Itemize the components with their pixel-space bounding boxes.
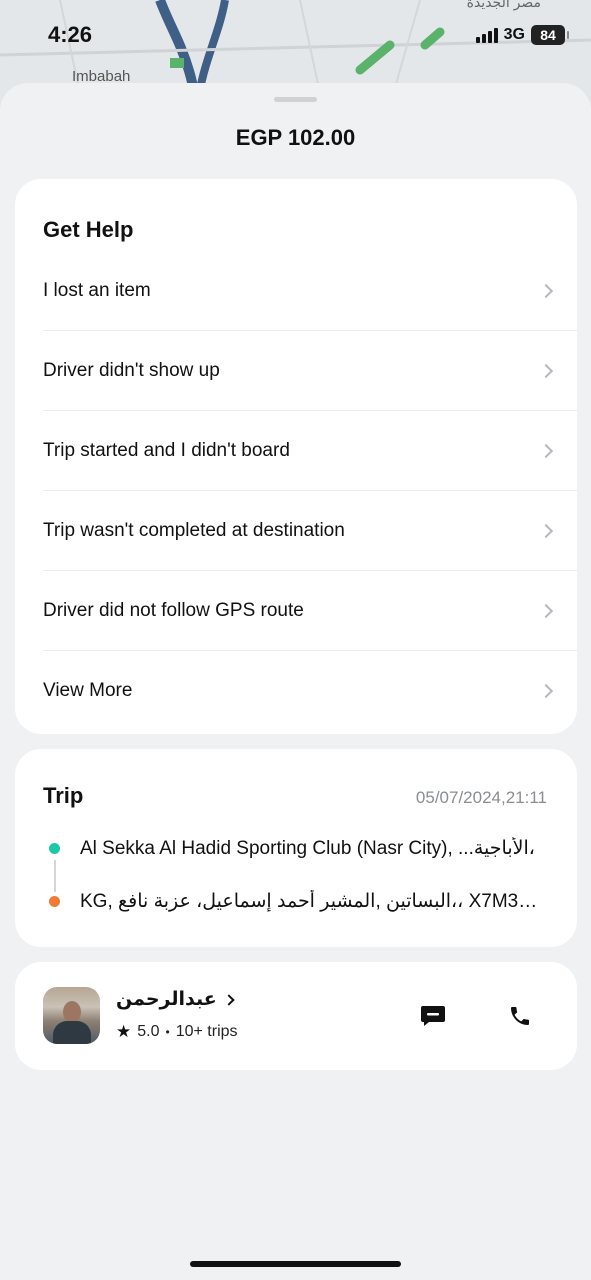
help-item-label: Trip wasn't completed at destination bbox=[43, 519, 345, 541]
pickup-dot-icon bbox=[49, 842, 60, 854]
driver-name: عبدالرحمن bbox=[116, 989, 217, 1010]
chevron-right-icon bbox=[538, 443, 554, 458]
dropoff-dot-icon bbox=[49, 895, 60, 907]
help-item-driver-no-show[interactable]: Driver didn't show up bbox=[43, 331, 577, 411]
help-item-label: View More bbox=[43, 680, 133, 701]
avatar-face bbox=[63, 1001, 81, 1023]
get-help-title: Get Help bbox=[43, 217, 134, 242]
sheet-grabber[interactable] bbox=[274, 97, 317, 102]
trip-card: Trip 05/07/2024,21:11 Al Sekka Al Hadid … bbox=[15, 749, 577, 947]
star-icon: ★ bbox=[116, 1022, 132, 1041]
get-help-card: Get Help I lost an item Driver didn't sh… bbox=[15, 179, 577, 734]
battery-icon: 84 bbox=[531, 25, 569, 45]
chevron-right-icon bbox=[538, 283, 554, 298]
trip-fare: EGP 102.00 bbox=[235, 125, 356, 150]
chevron-right-icon bbox=[538, 603, 554, 618]
separator-dot: • bbox=[165, 1025, 170, 1039]
cellular-signal-icon bbox=[475, 27, 498, 43]
help-item-label: Driver didn't show up bbox=[43, 359, 220, 381]
trip-date: 05/07/2024,21:11 bbox=[415, 788, 547, 807]
driver-rating: 5.0 bbox=[137, 1023, 160, 1040]
help-item-label: I lost an item bbox=[43, 279, 151, 301]
chevron-icon bbox=[223, 993, 235, 1006]
dropoff-stop: KG, البساتين ,المشير أحمد إسماعيل، عزبة … bbox=[43, 886, 547, 916]
help-item-trip-started-not-boarded[interactable]: Trip started and I didn't board bbox=[43, 411, 577, 491]
driver-meta: ★ 5.0 • 10+ trips bbox=[116, 1022, 238, 1042]
avatar-body bbox=[53, 1021, 91, 1044]
pickup-address: Al Sekka Al Hadid Sporting Club (Nasr Ci… bbox=[80, 837, 535, 859]
trip-title: Trip bbox=[43, 783, 84, 808]
message-driver-button[interactable] bbox=[413, 996, 453, 1036]
driver-name-link[interactable]: عبدالرحمن bbox=[116, 988, 235, 1011]
phone-icon bbox=[511, 1007, 529, 1025]
help-item-lost-item[interactable]: I lost an item bbox=[43, 251, 577, 331]
status-indicators: 3G 84 bbox=[475, 25, 569, 45]
message-icon bbox=[421, 1006, 445, 1026]
driver-card: عبدالرحمن ★ 5.0 • 10+ trips bbox=[15, 962, 577, 1070]
home-indicator[interactable] bbox=[190, 1261, 401, 1267]
driver-trips: 10+ trips bbox=[175, 1023, 238, 1040]
chevron-right-icon bbox=[538, 523, 554, 538]
help-item-label: Driver did not follow GPS route bbox=[43, 599, 304, 621]
help-item-label: Trip started and I didn't board bbox=[43, 439, 290, 461]
driver-avatar[interactable] bbox=[43, 987, 100, 1044]
trip-details-sheet: EGP 102.00 Get Help I lost an item Drive… bbox=[0, 83, 591, 1280]
call-driver-button[interactable] bbox=[500, 996, 540, 1036]
status-time: 4:26 bbox=[48, 22, 93, 47]
chevron-right-icon bbox=[538, 363, 554, 378]
dropoff-address: KG, البساتين ,المشير أحمد إسماعيل، عزبة … bbox=[80, 890, 547, 912]
status-bar: 4:26 3G 84 bbox=[0, 0, 591, 72]
help-item-gps-route[interactable]: Driver did not follow GPS route bbox=[43, 571, 577, 651]
help-item-view-more[interactable]: View More bbox=[43, 651, 577, 731]
pickup-stop: Al Sekka Al Hadid Sporting Club (Nasr Ci… bbox=[43, 833, 547, 863]
network-type: 3G bbox=[503, 26, 525, 43]
help-item-trip-not-completed[interactable]: Trip wasn't completed at destination bbox=[43, 491, 577, 571]
chevron-right-icon bbox=[538, 683, 554, 699]
